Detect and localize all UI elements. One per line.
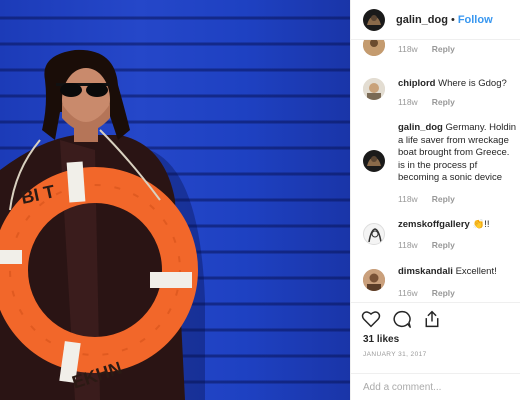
- comment-text: chiplord Where is Gdog?: [398, 78, 520, 91]
- post-date: JANUARY 31, 2017: [363, 351, 427, 358]
- comment-time: 118w: [398, 44, 418, 54]
- reply-button[interactable]: Reply: [432, 97, 455, 107]
- commenter-avatar[interactable]: [363, 78, 385, 100]
- comment-text: dimskandali Excellent!: [398, 266, 520, 279]
- post-header: galin_dog • Follow: [351, 0, 520, 40]
- comment-line: boat brought from Greece.: [398, 147, 510, 158]
- header-separator: •: [450, 13, 455, 26]
- comment-message: Where is Gdog?: [438, 78, 507, 89]
- comment-text: galin_dog Germany. Holdin a life saver f…: [398, 122, 520, 185]
- heart-icon[interactable]: [361, 310, 381, 328]
- share-icon[interactable]: [423, 310, 441, 328]
- comment-time: 116w: [398, 288, 418, 298]
- comment-meta: 118w Reply: [398, 97, 469, 107]
- comment-meta: 116w Reply: [398, 288, 469, 298]
- comment-line: becoming a sonic device: [398, 172, 503, 183]
- commenter-avatar[interactable]: [363, 40, 385, 56]
- comment-meta: 118w Reply: [398, 194, 469, 204]
- reply-button[interactable]: Reply: [432, 240, 455, 250]
- action-icons: [361, 310, 452, 328]
- comment-time: 118w: [398, 97, 418, 107]
- comment-bubble-icon[interactable]: [392, 310, 412, 328]
- comment-time: 118w: [398, 194, 418, 204]
- comment-time: 118w: [398, 240, 418, 250]
- comment-username[interactable]: galin_dog: [398, 122, 443, 133]
- comment-username[interactable]: zemskoffgallery: [398, 219, 470, 230]
- reply-button[interactable]: Reply: [432, 194, 455, 204]
- comment-message: 👏!!: [472, 219, 490, 230]
- commenter-avatar[interactable]: [363, 150, 385, 172]
- comment-meta: 118w Reply: [398, 44, 469, 54]
- likes-count[interactable]: 31 likes: [363, 334, 399, 345]
- commenter-avatar[interactable]: [363, 223, 385, 245]
- comment-text: zemskoffgallery 👏!!: [398, 219, 520, 232]
- add-comment-bar: [351, 373, 520, 400]
- comment-line: is in the process pf: [398, 159, 478, 171]
- comment-line: Germany. Holdin: [445, 122, 517, 133]
- add-comment-input[interactable]: [363, 382, 513, 393]
- comment-line: a life saver from wreckage: [398, 134, 509, 146]
- reply-button[interactable]: Reply: [432, 288, 455, 298]
- post-photo[interactable]: BI T EKHN: [0, 0, 350, 400]
- author-username[interactable]: galin_dog: [396, 14, 448, 26]
- post-sidebar: galin_dog • Follow 118w Reply chiplord Wh…: [350, 0, 520, 400]
- photo-illustration: BI T EKHN: [0, 49, 205, 400]
- post-actions: 31 likes JANUARY 31, 2017: [351, 302, 520, 400]
- comment-username[interactable]: dimskandali: [398, 266, 453, 277]
- comments-list[interactable]: 118w Reply chiplord Where is Gdog? 118w Re…: [351, 40, 520, 300]
- comment-message: Excellent!: [455, 266, 497, 277]
- author-avatar[interactable]: [363, 8, 385, 31]
- commenter-avatar[interactable]: [363, 269, 385, 291]
- follow-button[interactable]: Follow: [458, 14, 493, 26]
- reply-button[interactable]: Reply: [432, 44, 455, 54]
- comment-meta: 118w Reply: [398, 240, 469, 250]
- comment-username[interactable]: chiplord: [398, 78, 435, 89]
